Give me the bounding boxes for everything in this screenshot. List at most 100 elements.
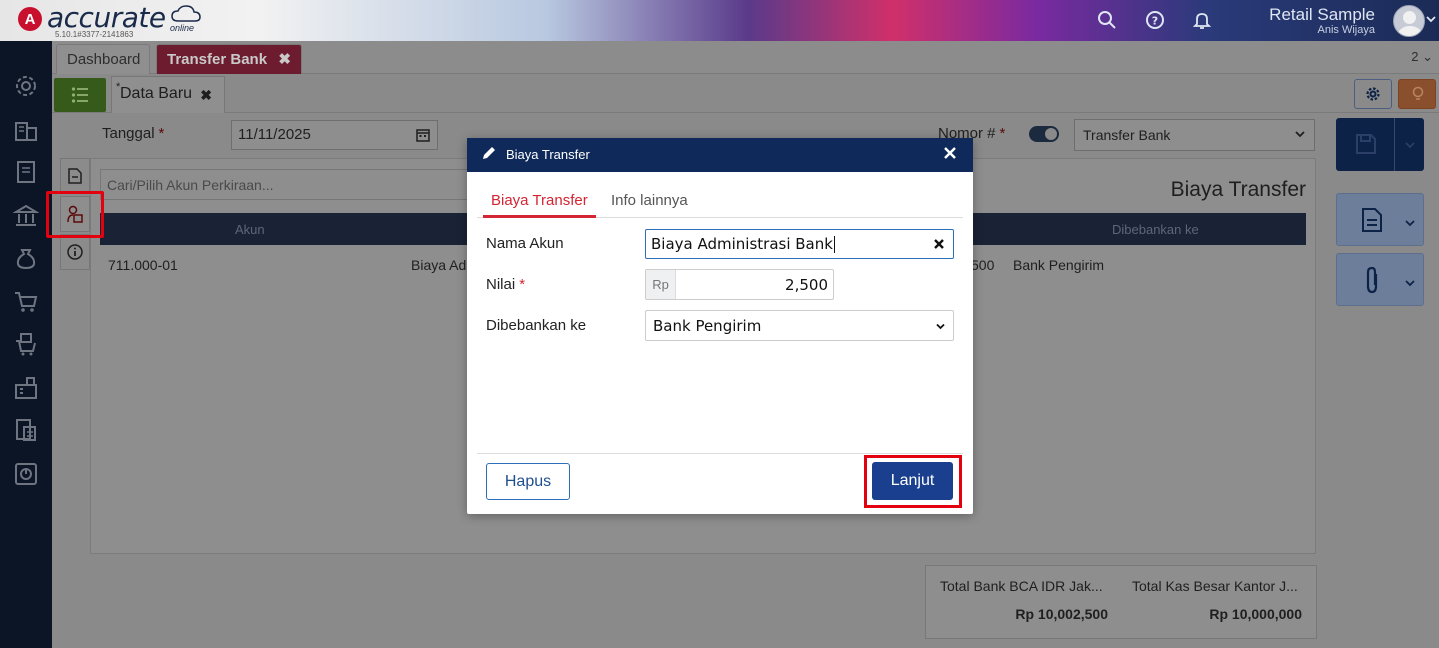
tab-info-lainnya[interactable]: Info lainnya <box>611 192 688 209</box>
total-label-1: Total Bank BCA IDR Jak... <box>940 578 1103 594</box>
dialog-title: Biaya Transfer <box>506 147 590 162</box>
logo-subtext: online <box>170 23 195 33</box>
cart-icon[interactable] <box>13 289 39 315</box>
cell-dibebankan: Bank Pengirim <box>1013 257 1105 273</box>
company-name[interactable]: Retail Sample <box>1269 5 1375 25</box>
save-divider <box>1394 118 1395 171</box>
tab-data-baru[interactable]: * Data Baru ✖ <box>111 76 225 113</box>
tab-transfer-bank-label: Transfer Bank <box>167 51 268 68</box>
search-icon[interactable] <box>1097 10 1117 30</box>
tab-count-dropdown[interactable]: 2 ⌄ <box>1411 49 1433 65</box>
lightbulb-icon <box>1412 86 1424 100</box>
total-value-1: Rp 10,002,500 <box>1015 606 1108 622</box>
column-dibebankan: Dibebankan ke <box>1112 222 1199 237</box>
save-disk-icon <box>1356 134 1376 154</box>
page-tabs: Dashboard Transfer Bank ✖ 2 ⌄ <box>52 41 1439 74</box>
tanggal-input[interactable]: 11/11/2025 <box>231 120 438 150</box>
ledger-book-icon[interactable] <box>13 159 39 185</box>
save-button[interactable] <box>1336 118 1424 171</box>
paperclip-icon <box>1366 266 1378 294</box>
print-document-button[interactable] <box>1336 193 1424 246</box>
company-building-icon[interactable] <box>13 117 39 143</box>
tab-dashboard[interactable]: Dashboard <box>56 44 150 74</box>
hapus-button[interactable]: Hapus <box>486 463 570 500</box>
column-akun: Akun <box>235 222 265 237</box>
sales-cart-icon[interactable] <box>13 331 39 357</box>
nama-akun-input[interactable]: Biaya Administrasi Bank <box>645 229 954 259</box>
sidebar <box>0 41 52 648</box>
tanggal-value: 11/11/2025 <box>238 126 311 143</box>
report-chart-icon[interactable] <box>13 461 39 487</box>
gear-icon <box>1366 87 1380 101</box>
nilai-value: 2,500 <box>785 276 828 294</box>
document-icon <box>68 168 82 184</box>
money-bag-icon[interactable] <box>13 245 39 271</box>
nama-akun-label: Nama Akun <box>486 235 564 252</box>
total-label-2: Total Kas Besar Kantor J... <box>1132 578 1298 594</box>
pencil-icon <box>483 147 495 159</box>
tips-button[interactable] <box>1398 79 1436 109</box>
account-search-placeholder: Cari/Pilih Akun Perkiraan... <box>107 177 274 193</box>
help-icon[interactable]: ? <box>1145 10 1165 30</box>
currency-prefix: Rp <box>646 270 676 299</box>
panel-title: Biaya Transfer <box>1170 178 1306 201</box>
nama-akun-value: Biaya Administrasi Bank <box>651 235 833 253</box>
document-toolbar: * Data Baru ✖ <box>52 74 1439 113</box>
nomor-type-value: Transfer Bank <box>1083 127 1171 143</box>
dibebankan-select[interactable]: Bank Pengirim <box>645 310 954 341</box>
list-view-button[interactable] <box>54 78 106 112</box>
close-icon[interactable] <box>943 146 957 160</box>
tab-biaya-transfer[interactable]: Biaya Transfer <box>491 192 588 209</box>
clear-icon[interactable] <box>933 238 945 250</box>
totals-box: Total Bank BCA IDR Jak... Rp 10,002,500 … <box>925 565 1317 639</box>
chevron-down-icon <box>936 323 945 330</box>
unsaved-marker: * <box>116 81 121 93</box>
dialog-tabs: Biaya Transfer Info lainnya <box>477 183 963 218</box>
dialog-header: Biaya Transfer <box>467 138 973 172</box>
list-icon <box>71 87 88 103</box>
chevron-down-icon <box>1295 131 1305 138</box>
document-icon <box>1362 208 1382 232</box>
chevron-down-icon <box>1405 220 1415 227</box>
text-cursor <box>833 236 835 253</box>
tax-document-icon[interactable] <box>13 417 39 443</box>
chevron-down-icon <box>1405 280 1415 287</box>
nilai-label: Nilai * <box>486 276 526 293</box>
version-text: 5.10.1#3377-2141863 <box>55 30 134 39</box>
calendar-icon[interactable] <box>416 128 430 142</box>
tab-details[interactable] <box>60 158 90 194</box>
cell-nilai: 500 <box>971 257 995 273</box>
bell-icon[interactable] <box>1192 10 1212 30</box>
chevron-down-icon[interactable] <box>1405 140 1415 150</box>
settings-gear-icon[interactable] <box>13 73 39 99</box>
avatar[interactable] <box>1393 5 1425 37</box>
dibebankan-label: Dibebankan ke <box>486 317 587 334</box>
chevron-down-icon[interactable] <box>1426 14 1436 24</box>
settings-button[interactable] <box>1354 79 1392 109</box>
info-icon <box>67 244 83 260</box>
tanggal-label: Tanggal * <box>102 125 165 142</box>
cell-nama: Biaya Ad <box>411 257 467 273</box>
tab-info[interactable] <box>60 234 90 270</box>
account-search-input[interactable]: Cari/Pilih Akun Perkiraan... <box>100 169 470 200</box>
nomor-type-select[interactable]: Transfer Bank <box>1074 119 1315 151</box>
dibebankan-value: Bank Pengirim <box>653 317 762 335</box>
svg-text:?: ? <box>1152 15 1158 28</box>
logo-icon: A <box>18 7 42 31</box>
attachment-button[interactable] <box>1336 253 1424 306</box>
highlight-box <box>864 455 962 508</box>
close-tab-icon[interactable]: ✖ <box>200 87 212 104</box>
warehouse-icon[interactable] <box>13 375 39 401</box>
bank-icon[interactable] <box>13 203 39 229</box>
nilai-input[interactable]: Rp 2,500 <box>645 269 834 300</box>
auto-number-toggle[interactable] <box>1029 126 1059 142</box>
total-value-2: Rp 10,000,000 <box>1209 606 1302 622</box>
highlight-box <box>46 191 104 238</box>
close-tab-icon[interactable]: ✖ <box>278 45 291 75</box>
active-tab-indicator <box>483 215 596 218</box>
tab-transfer-bank[interactable]: Transfer Bank ✖ <box>156 44 302 74</box>
user-name[interactable]: Anis Wijaya <box>1318 24 1375 36</box>
tab-dashboard-label: Dashboard <box>67 51 141 68</box>
cloud-icon <box>171 5 201 22</box>
dialog-footer-divider <box>477 453 963 454</box>
